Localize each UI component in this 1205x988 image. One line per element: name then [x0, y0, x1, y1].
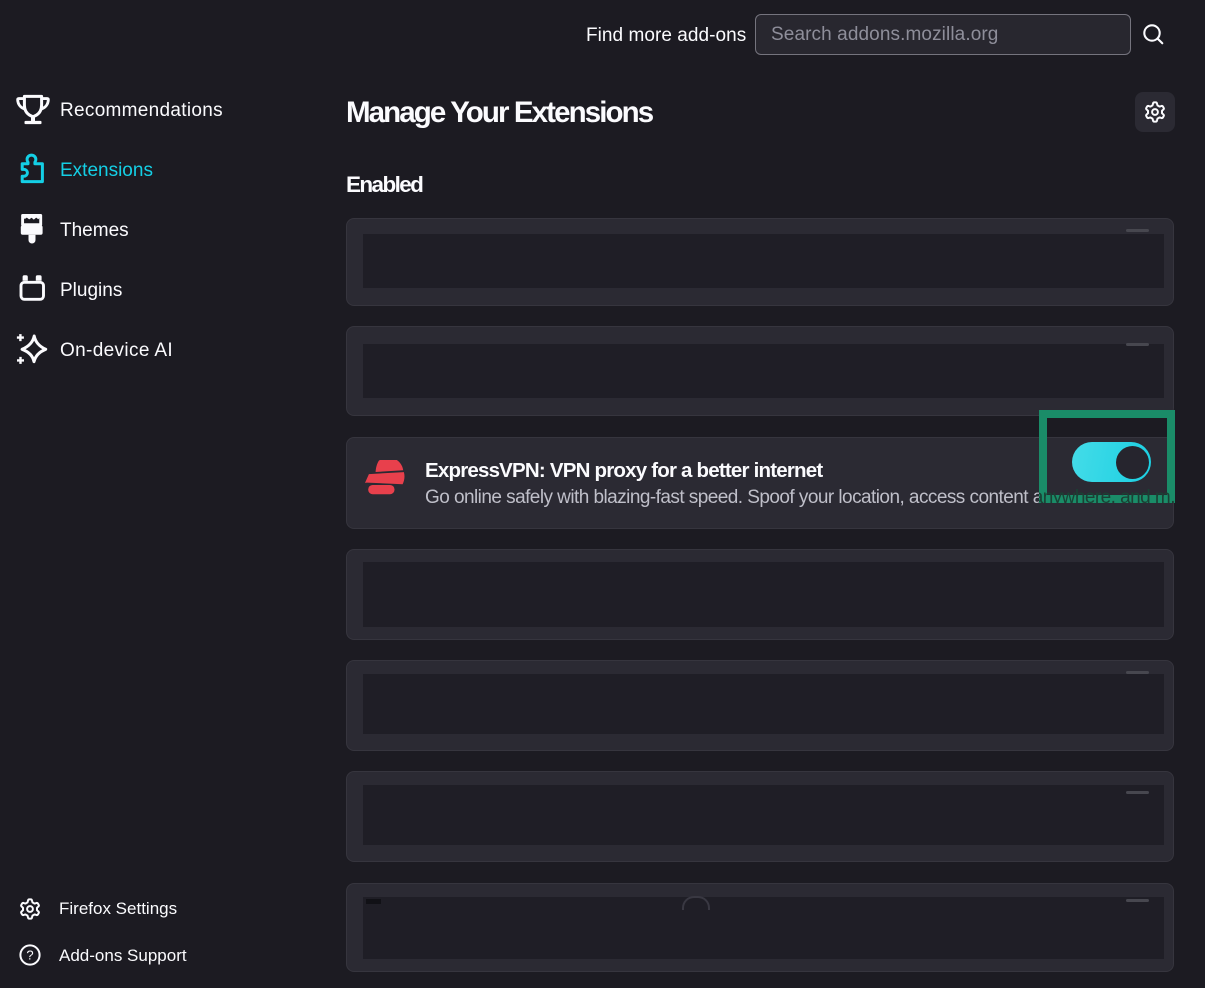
svg-text:?: ? [26, 948, 33, 963]
